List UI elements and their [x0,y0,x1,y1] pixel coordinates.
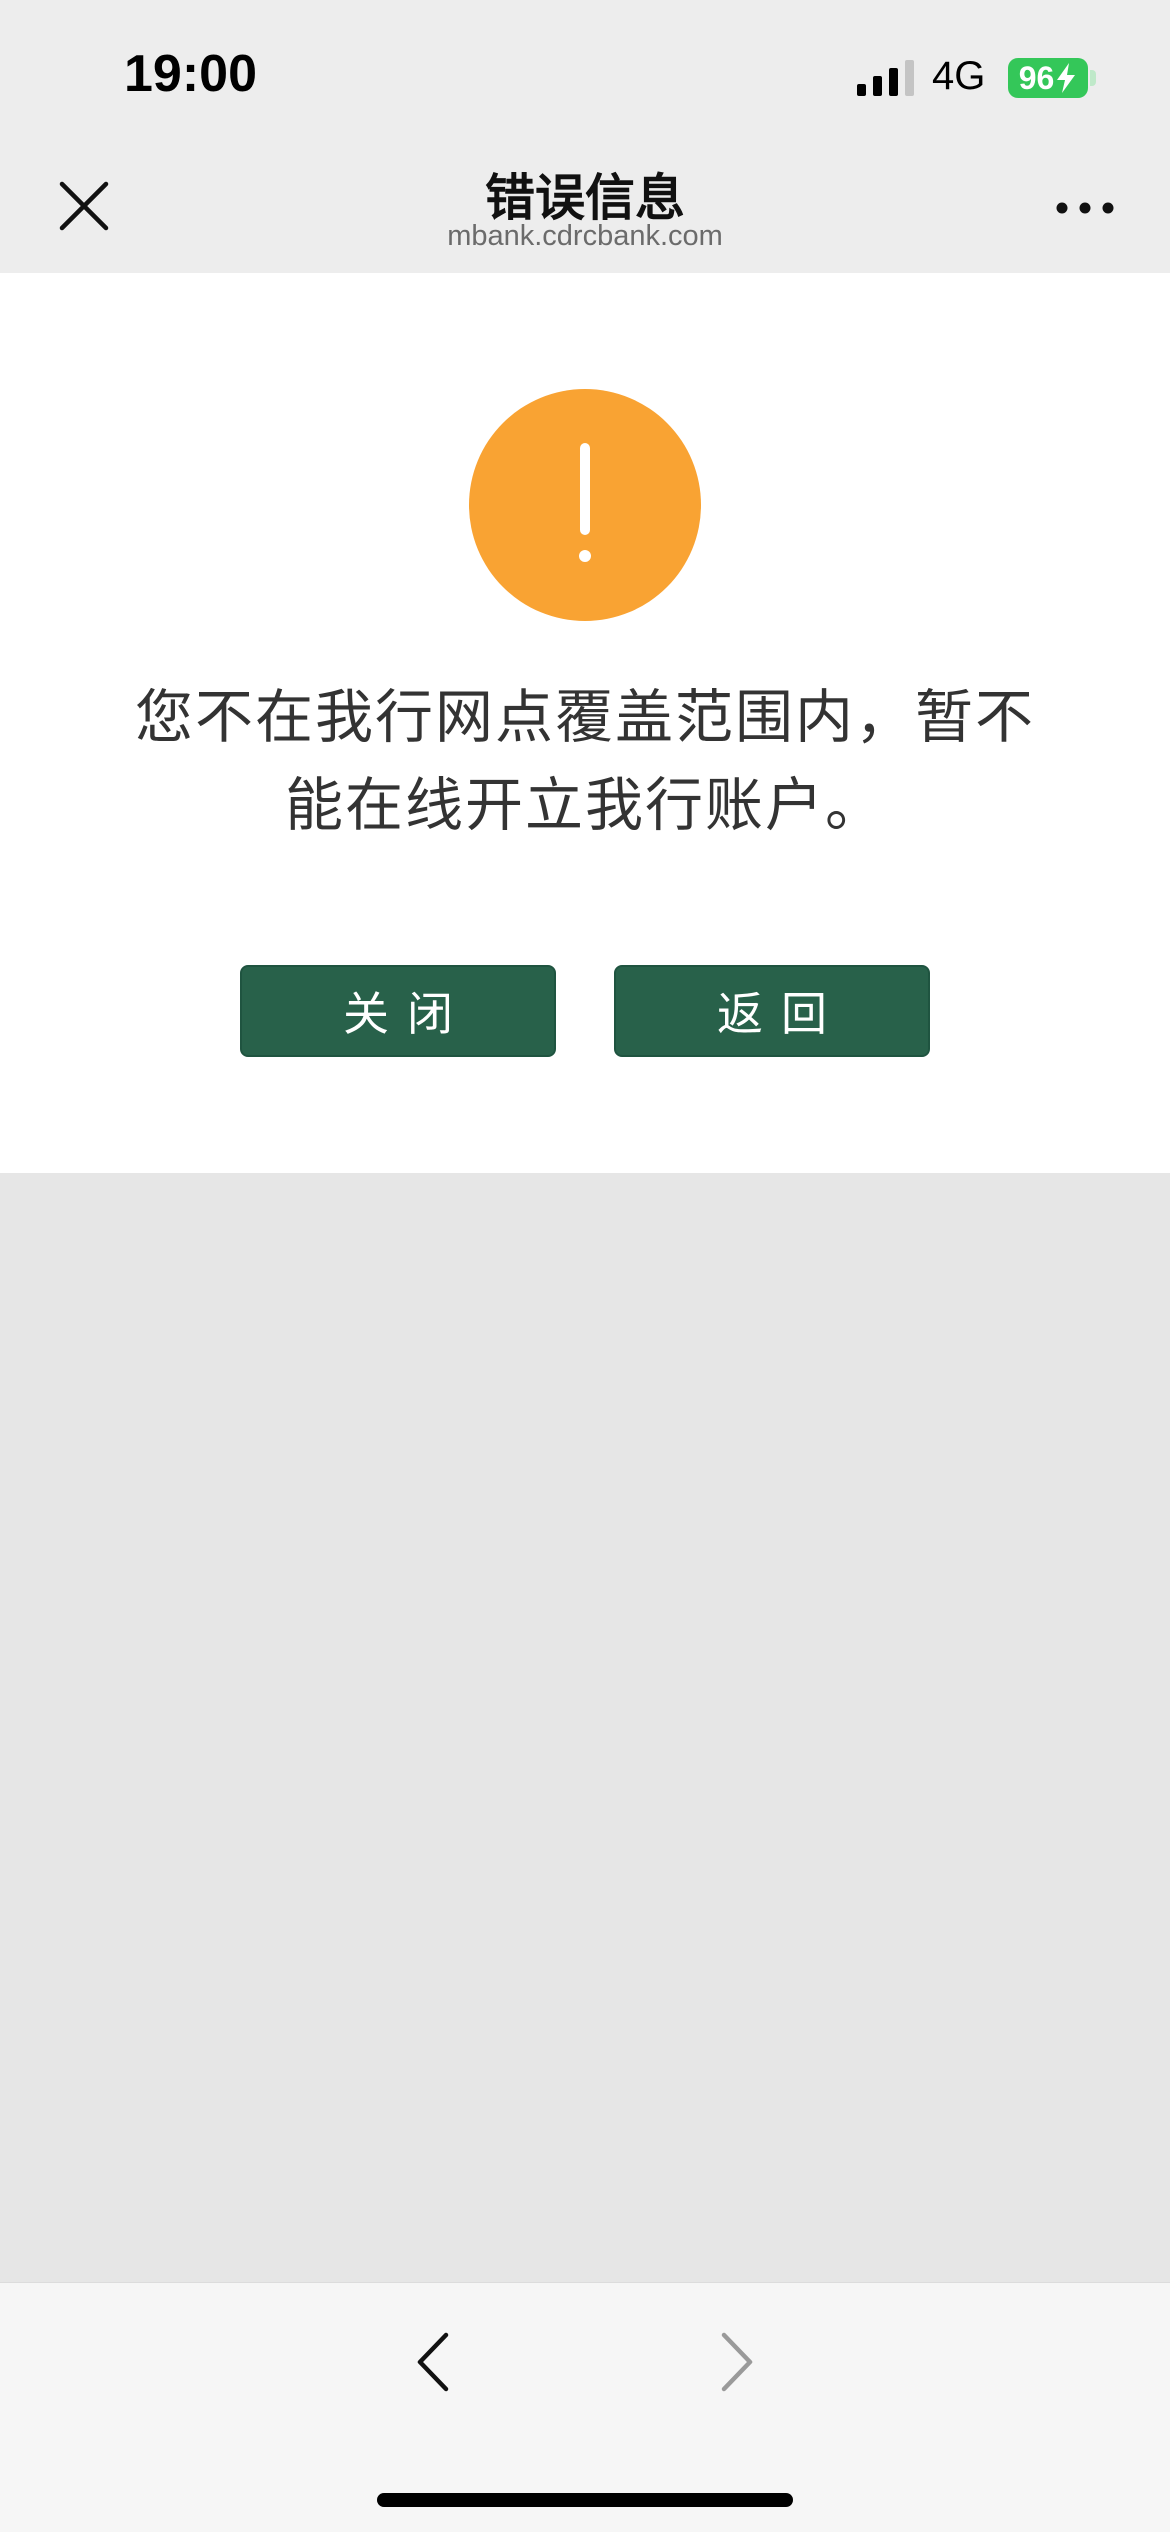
status-time: 19:00 [124,45,257,103]
back-button[interactable]: 返回 [614,965,930,1057]
network-label: 4G [932,54,986,98]
forward-arrow-icon[interactable] [712,2327,762,2397]
screen: 19:00 4G 96 错误信息 mbank.cdrcbank.com 您不在我… [0,0,1170,2532]
warning-icon [469,389,701,621]
error-message: 您不在我行网点覆盖范围内，暂不能在线开立我行账户。 [134,683,1035,839]
page-domain: mbank.cdrcbank.com [447,220,723,252]
home-indicator[interactable] [377,2493,793,2507]
battery-charging-icon [1057,63,1076,93]
close-button[interactable]: 关闭 [240,965,556,1057]
battery-indicator: 96 [1008,58,1088,98]
status-bar: 19:00 4G 96 [0,0,1170,140]
error-content: 您不在我行网点覆盖范围内，暂不能在线开立我行账户。 关闭 返回 [0,273,1170,1173]
signal-icon [857,60,914,96]
battery-level: 96 [1018,60,1055,96]
more-icon[interactable] [1055,198,1115,218]
battery-nub [1090,70,1096,86]
nav-bar: 错误信息 mbank.cdrcbank.com [0,140,1170,273]
bottom-toolbar [0,2282,1170,2532]
back-arrow-icon[interactable] [408,2327,458,2397]
